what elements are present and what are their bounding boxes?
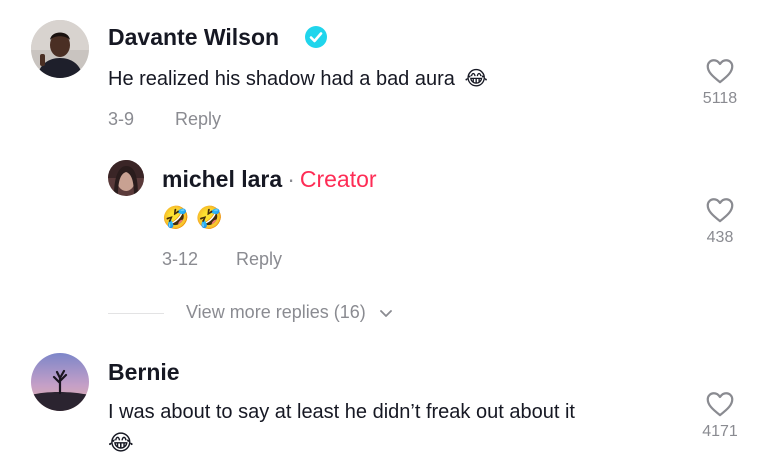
like-count: 438	[706, 229, 734, 246]
comment-text: He realized his shadow had a bad aura 😂	[108, 66, 488, 91]
comment-text-body: I was about to say at least he didn’t fr…	[108, 401, 575, 423]
reply-button[interactable]: Reply	[175, 109, 221, 130]
chevron-down-icon	[379, 303, 393, 324]
laughing-emoji: 😂	[464, 68, 488, 90]
comment-date: 3-9	[108, 109, 135, 129]
view-more-label: View more replies (16)	[186, 302, 366, 322]
reply-text: 🤣 🤣	[162, 205, 223, 231]
separator-dot: ·	[287, 166, 295, 192]
rofl-emoji: 🤣	[162, 205, 190, 230]
avatar-bernie[interactable]	[31, 353, 89, 411]
view-more-replies-button[interactable]: View more replies (16)	[186, 302, 393, 324]
rofl-emoji: 🤣	[195, 205, 223, 230]
like-button[interactable]: 438	[698, 197, 742, 247]
avatar-michel-lara[interactable]	[108, 160, 144, 196]
avatar-davante-wilson[interactable]	[31, 20, 89, 78]
creator-badge: Creator	[299, 166, 377, 192]
heart-outline-icon	[706, 59, 734, 88]
reply-button[interactable]: Reply	[236, 249, 282, 270]
like-button[interactable]: 4171	[698, 391, 742, 441]
heart-outline-icon	[706, 198, 734, 227]
comment-author-name[interactable]: Bernie	[108, 359, 180, 386]
reply-author-line: michel lara · Creator	[162, 166, 377, 193]
reply-date: 3-12	[162, 249, 199, 269]
like-count: 5118	[702, 90, 738, 107]
heart-outline-icon	[706, 392, 734, 421]
reply-author-name[interactable]: michel lara	[162, 166, 282, 192]
comment-text-body: He realized his shadow had a bad aura	[108, 68, 455, 90]
like-button[interactable]: 5118	[698, 58, 742, 108]
verified-badge-icon	[305, 26, 327, 48]
comment-author-name[interactable]: Davante Wilson	[108, 24, 279, 51]
like-count: 4171	[702, 423, 738, 440]
divider	[108, 313, 164, 314]
laughing-emoji: 😂	[108, 430, 134, 455]
